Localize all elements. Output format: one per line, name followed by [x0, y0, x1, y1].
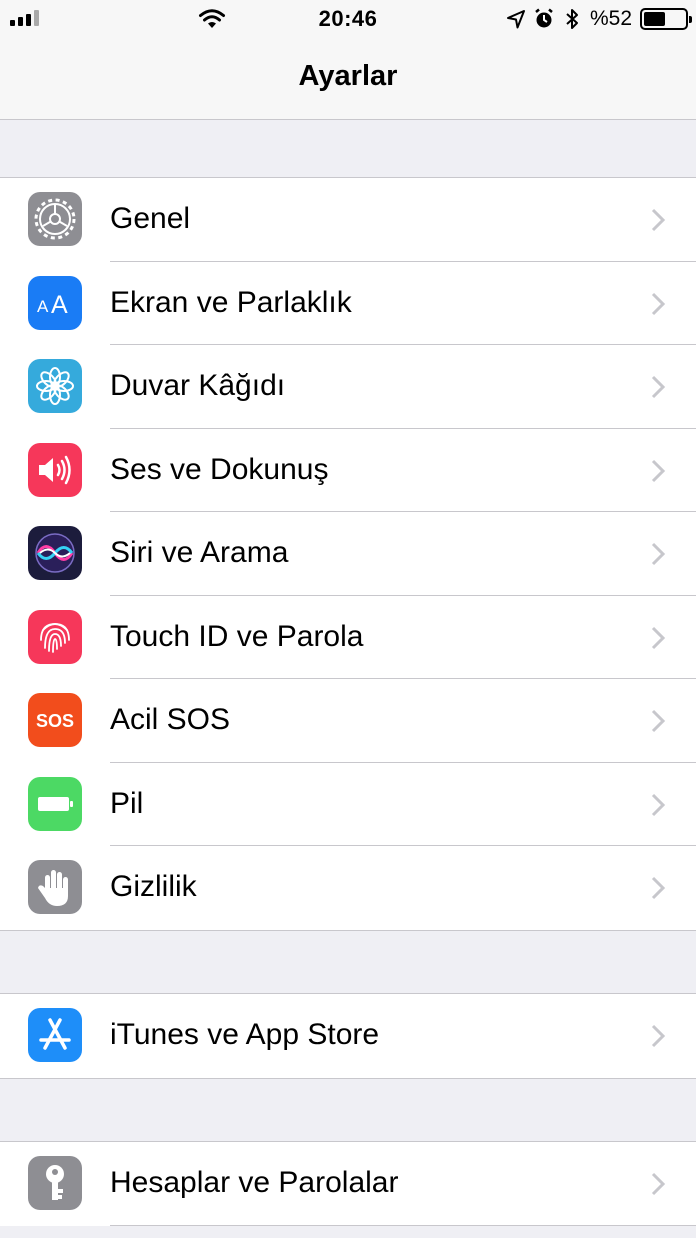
battery-icon [640, 8, 692, 30]
status-right-group: %52 [506, 6, 692, 32]
settings-row-acil-sos[interactable]: SOS Acil SOS [0, 679, 696, 763]
settings-row-label: Ses ve Dokunuş [110, 452, 329, 486]
bluetooth-icon [566, 9, 578, 29]
chevron-right-icon [651, 1172, 666, 1196]
settings-row-label: Siri ve Arama [110, 536, 289, 569]
speaker-icon [28, 442, 82, 497]
settings-row-label: Pil [110, 786, 144, 820]
settings-group-2: iTunes ve App Store [0, 993, 696, 1079]
chevron-right-icon [651, 375, 666, 399]
settings-row-label: Duvar Kâğıdı [110, 369, 286, 402]
gear-icon [28, 192, 82, 246]
chevron-right-icon [651, 1024, 666, 1048]
settings-row-label: Gizlilik [110, 870, 197, 903]
settings-row-pil[interactable]: Pil [0, 763, 696, 846]
settings-row-label: iTunes ve App Store [110, 1018, 380, 1051]
chevron-right-icon [651, 876, 666, 900]
battery-nub [689, 16, 692, 23]
chevron-right-icon [651, 542, 666, 566]
chevron-right-icon [651, 292, 666, 315]
sos-icon-text: SOS [36, 711, 74, 731]
settings-row-label: Genel [110, 202, 191, 235]
svg-text:A: A [51, 291, 68, 319]
text-size-icon: A A [28, 275, 82, 330]
chevron-right-icon [651, 626, 666, 649]
row-separator [110, 1224, 696, 1226]
settings-row-itunes-app-store[interactable]: iTunes ve App Store [0, 994, 696, 1078]
battery-icon [28, 776, 82, 831]
flower-icon [28, 359, 82, 413]
key-icon [28, 1156, 82, 1210]
settings-row-ekran[interactable]: A A Ekran ve Parlaklık [0, 262, 696, 345]
settings-group-1: Genel A A Ekran ve Parlaklık Duvar Kâğıd… [0, 177, 696, 931]
navigation-bar: Ayarlar [0, 40, 696, 120]
alarm-icon [535, 8, 553, 28]
chevron-right-icon [651, 459, 666, 482]
settings-row-label: Ekran ve Parlaklık [110, 285, 352, 319]
settings-row-label: Touch ID ve Parola [110, 619, 364, 653]
settings-row-hesaplar[interactable]: Hesaplar ve Parolalar [0, 1142, 696, 1226]
page-title: Ayarlar [298, 60, 398, 92]
settings-row-genel[interactable]: Genel [0, 178, 696, 262]
fingerprint-icon [28, 609, 82, 664]
settings-row-duvar-kagidi[interactable]: Duvar Kâğıdı [0, 345, 696, 429]
svg-text:A: A [37, 297, 49, 316]
sos-icon: SOS [28, 693, 82, 747]
settings-row-label: Hesaplar ve Parolalar [110, 1166, 399, 1199]
battery-percentage: %52 [589, 7, 632, 30]
location-arrow-icon [506, 10, 525, 29]
siri-icon [28, 526, 82, 580]
settings-row-ses[interactable]: Ses ve Dokunuş [0, 429, 696, 512]
settings-row-gizlilik[interactable]: Gizlilik [0, 846, 696, 930]
battery-fill [644, 12, 665, 26]
settings-group-3: Hesaplar ve Parolalar [0, 1141, 696, 1226]
chevron-right-icon [651, 208, 666, 232]
app-store-icon [28, 1008, 82, 1062]
settings-row-touch-id[interactable]: Touch ID ve Parola [0, 596, 696, 679]
hand-icon [28, 860, 82, 914]
status-bar: 20:46 %52 [0, 0, 696, 40]
settings-row-siri[interactable]: Siri ve Arama [0, 512, 696, 596]
settings-row-label: Acil SOS [110, 703, 231, 736]
chevron-right-icon [651, 709, 666, 733]
chevron-right-icon [651, 793, 666, 816]
